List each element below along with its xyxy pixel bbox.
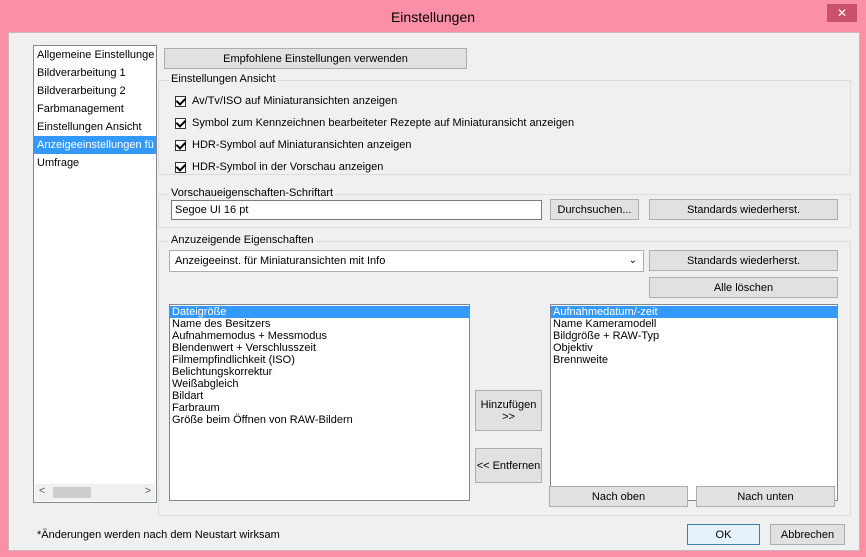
add-button-label: Hinzufügen (480, 398, 537, 411)
font-name-field[interactable]: Segoe UI 16 pt (171, 200, 542, 220)
settings-window: Einstellungen ✕ Allgemeine Einstellunge … (0, 0, 866, 557)
view-settings-label: Einstellungen Ansicht (169, 73, 278, 85)
display-mode-value: Anzeigeeinst. für Miniaturansichten mit … (175, 255, 386, 267)
list-item[interactable]: Name des Besitzers (170, 318, 469, 330)
nav-item-general[interactable]: Allgemeine Einstellunge (34, 46, 156, 64)
browse-font-button[interactable]: Durchsuchen... (550, 199, 639, 220)
list-item[interactable]: Filmempfindlichkeit (ISO) (170, 354, 469, 366)
checkbox-hdr-thumbnails[interactable]: HDR-Symbol auf Miniaturansichten anzeige… (175, 137, 412, 153)
list-item[interactable]: Belichtungskorrektur (170, 366, 469, 378)
window-title: Einstellungen (390, 9, 476, 25)
checkbox-av-tv-iso[interactable]: Av/Tv/ISO auf Miniaturansichten anzeigen (175, 93, 397, 109)
nav-item-image-processing-2[interactable]: Bildverarbeitung 2 (34, 82, 156, 100)
move-down-button[interactable]: Nach unten (696, 486, 835, 507)
selected-properties-list[interactable]: Aufnahmedatum/-zeit Name Kameramodell Bi… (550, 304, 838, 501)
display-mode-select[interactable]: Anzeigeeinst. für Miniaturansichten mit … (169, 250, 644, 272)
list-item[interactable]: Blendenwert + Verschlusszeit (170, 342, 469, 354)
checkbox-label: Av/Tv/ISO auf Miniaturansichten anzeigen (192, 95, 398, 107)
checkbox-recipe-symbol[interactable]: Symbol zum Kennzeichnen bearbeiteter Rez… (175, 115, 574, 131)
list-item[interactable]: Bildart (170, 390, 469, 402)
add-button-arrows: >> (502, 410, 515, 423)
list-item[interactable]: Name Kameramodell (551, 318, 837, 330)
cancel-button[interactable]: Abbrechen (770, 524, 845, 545)
scroll-left-icon[interactable]: < (39, 485, 45, 497)
nav-item-color-management[interactable]: Farbmanagement (34, 100, 156, 118)
move-up-button[interactable]: Nach oben (549, 486, 688, 507)
reset-properties-button[interactable]: Standards wiederherst. (649, 250, 838, 271)
scroll-thumb[interactable] (53, 487, 91, 498)
checkbox-label: HDR-Symbol in der Vorschau anzeigen (192, 161, 384, 173)
checkbox-checked-icon[interactable] (175, 95, 186, 107)
nav-item-survey[interactable]: Umfrage (34, 154, 156, 172)
nav-item-display-settings[interactable]: Anzeigeeinstellungen fü (34, 136, 156, 154)
scroll-right-icon[interactable]: > (145, 485, 151, 497)
checkbox-label: HDR-Symbol auf Miniaturansichten anzeige… (192, 139, 412, 151)
list-item[interactable]: Dateigröße (170, 306, 469, 318)
checkbox-checked-icon[interactable] (175, 117, 186, 129)
checkbox-label: Symbol zum Kennzeichnen bearbeiteter Rez… (192, 117, 575, 129)
list-item[interactable]: Aufnahmedatum/-zeit (551, 306, 837, 318)
list-item[interactable]: Brennweite (551, 354, 837, 366)
nav-item-image-processing-1[interactable]: Bildverarbeitung 1 (34, 64, 156, 82)
list-item[interactable]: Größe beim Öffnen von RAW-Bildern (170, 414, 469, 426)
available-properties-list[interactable]: Dateigröße Name des Besitzers Aufnahmemo… (169, 304, 470, 501)
list-item[interactable]: Weißabgleich (170, 378, 469, 390)
checkbox-checked-icon[interactable] (175, 139, 186, 151)
reset-font-button[interactable]: Standards wiederherst. (649, 199, 838, 220)
restart-note: *Änderungen werden nach dem Neustart wir… (37, 529, 280, 541)
title-bar[interactable]: Einstellungen ✕ (0, 0, 866, 32)
category-list[interactable]: Allgemeine Einstellunge Bildverarbeitung… (33, 45, 157, 503)
checkbox-checked-icon[interactable] (175, 161, 186, 173)
chevron-down-icon[interactable]: ⌄ (629, 251, 637, 271)
remove-property-button[interactable]: << Entfernen (475, 448, 542, 483)
horizontal-scrollbar[interactable]: < > (35, 484, 155, 501)
list-item[interactable]: Aufnahmemodus + Messmodus (170, 330, 469, 342)
preview-font-label: Vorschaueigenschaften-Schriftart (169, 187, 336, 199)
add-property-button[interactable]: Hinzufügen >> (475, 390, 542, 431)
recommended-settings-button[interactable]: Empfohlene Einstellungen verwenden (164, 48, 467, 69)
list-item[interactable]: Farbraum (170, 402, 469, 414)
list-item[interactable]: Objektiv (551, 342, 837, 354)
ok-button[interactable]: OK (687, 524, 760, 545)
nav-item-view-settings[interactable]: Einstellungen Ansicht (34, 118, 156, 136)
close-button[interactable]: ✕ (827, 4, 857, 22)
display-properties-label: Anzuzeigende Eigenschaften (169, 234, 316, 246)
clear-all-button[interactable]: Alle löschen (649, 277, 838, 298)
list-item[interactable]: Bildgröße + RAW-Typ (551, 330, 837, 342)
checkbox-hdr-preview[interactable]: HDR-Symbol in der Vorschau anzeigen (175, 159, 383, 175)
dialog-body: Allgemeine Einstellunge Bildverarbeitung… (8, 32, 860, 551)
